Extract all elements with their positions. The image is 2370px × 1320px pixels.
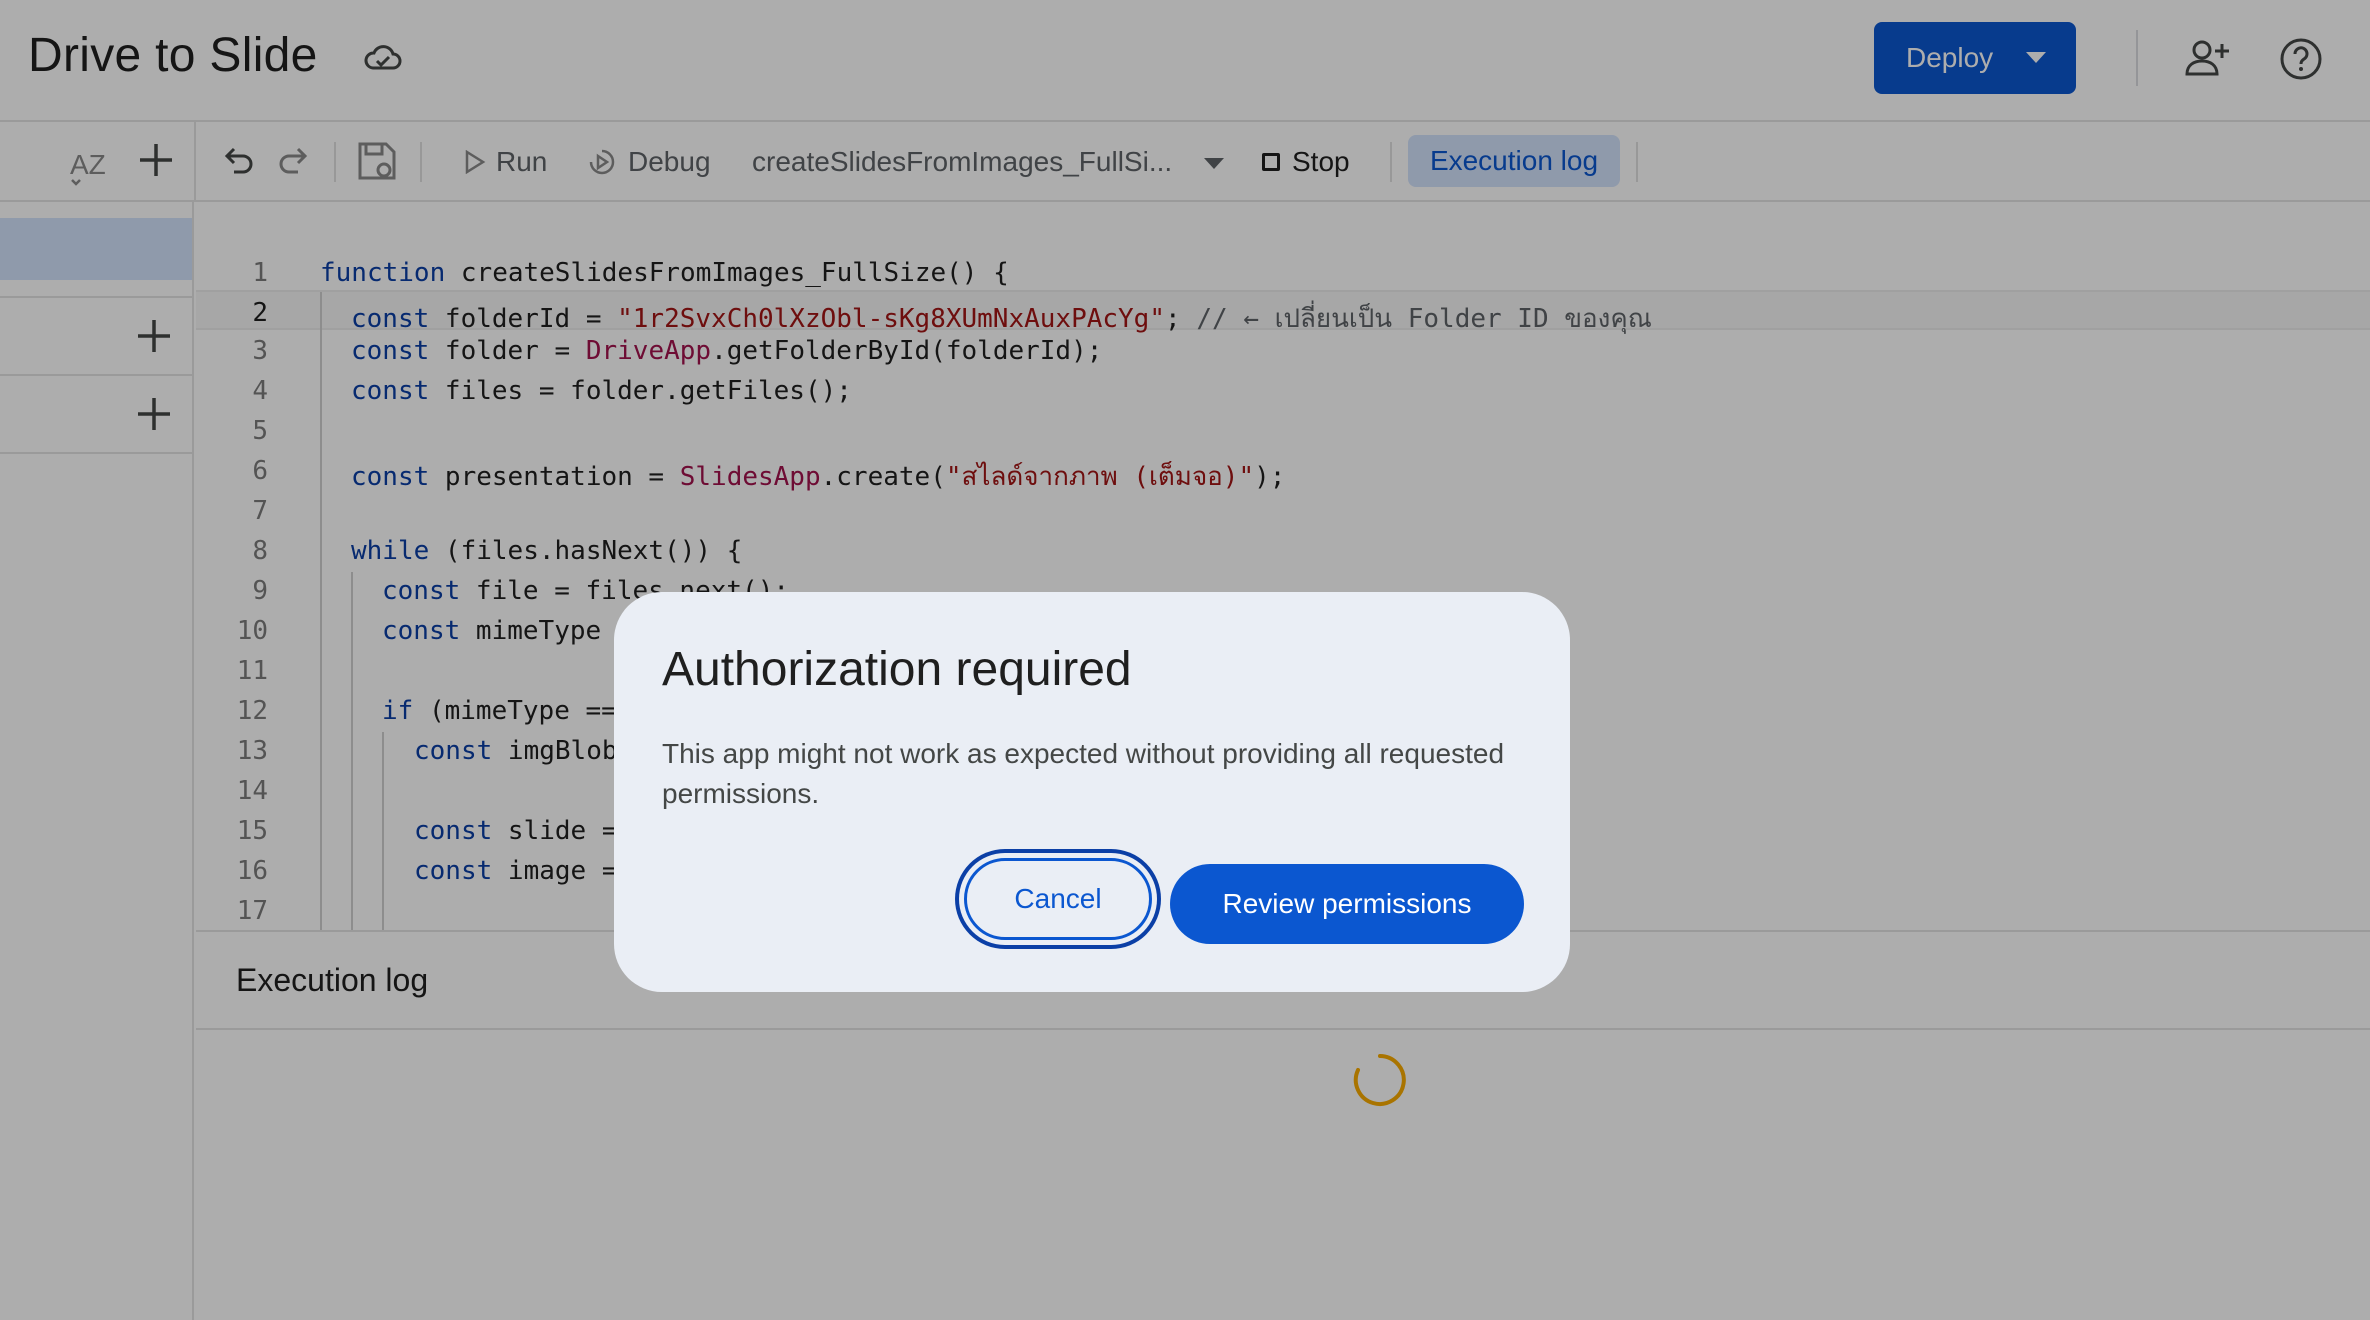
review-permissions-button[interactable]: Review permissions bbox=[1170, 864, 1524, 944]
cancel-button[interactable]: Cancel bbox=[964, 858, 1152, 940]
authorization-dialog: Authorization required This app might no… bbox=[614, 592, 1570, 992]
dialog-title: Authorization required bbox=[662, 643, 1132, 696]
dialog-message: This app might not work as expected with… bbox=[662, 738, 1505, 809]
